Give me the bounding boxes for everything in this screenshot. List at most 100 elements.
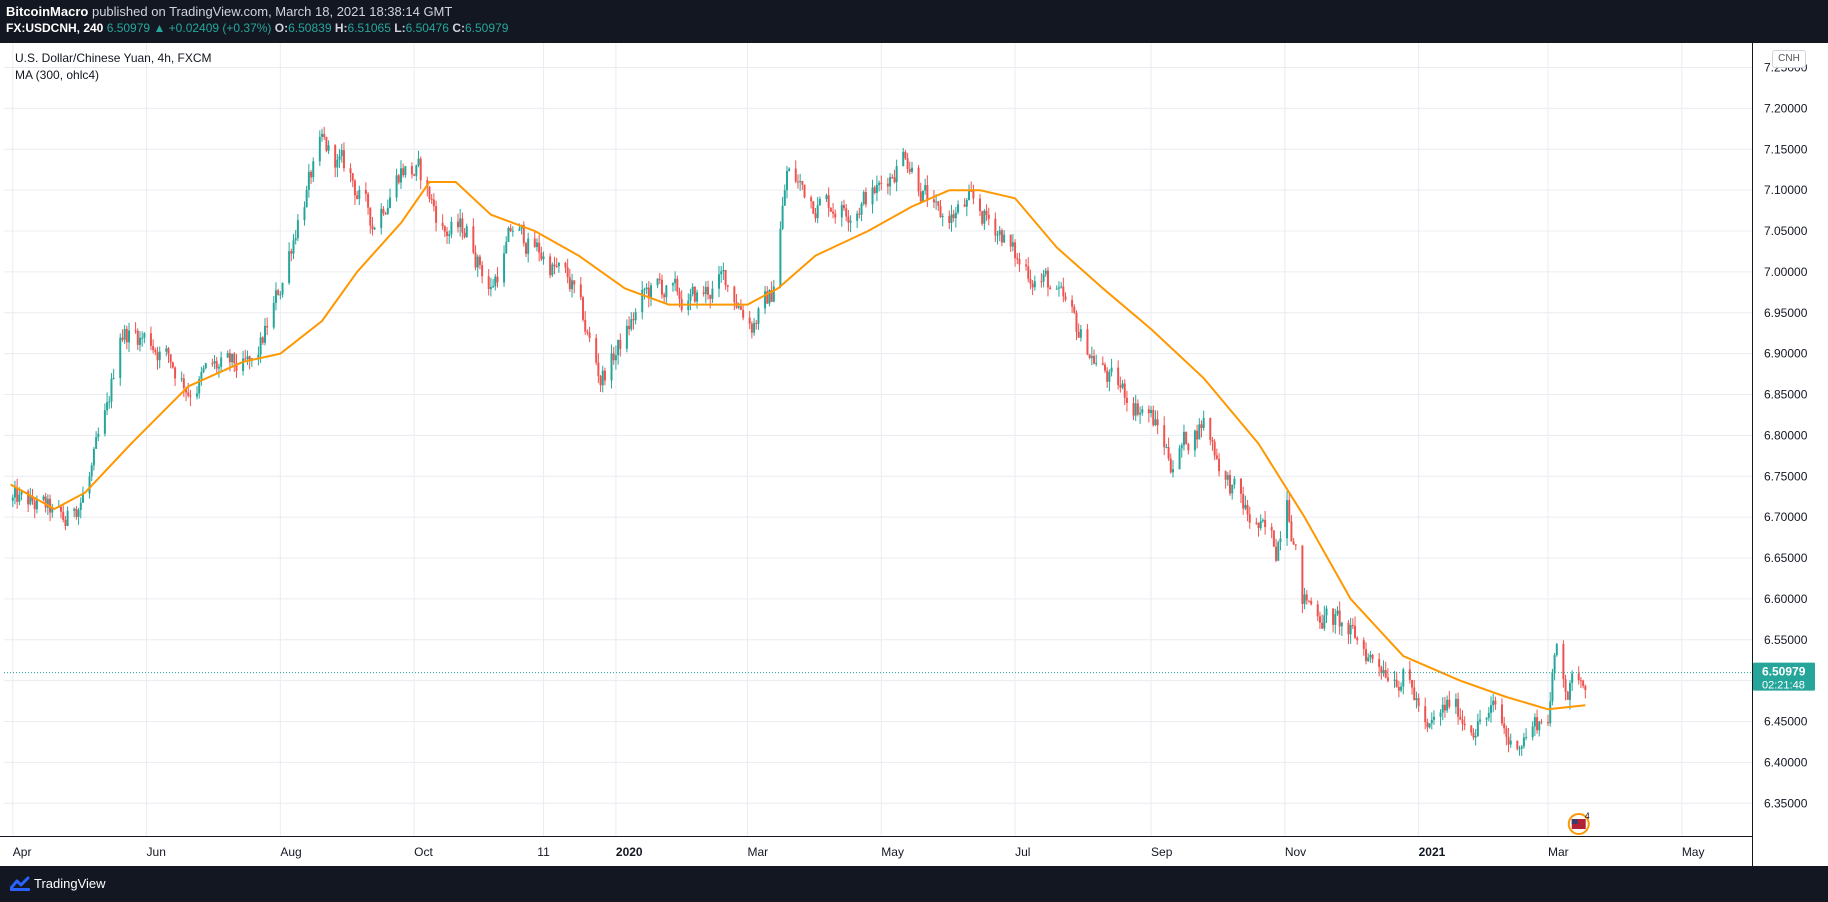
candle-body [785,170,788,191]
candle-body [1090,355,1093,358]
candle-body [171,362,174,368]
candle-body [261,337,264,343]
candle-body [810,197,813,202]
candle-body [1196,430,1199,440]
candle-body [60,506,63,512]
candle-body [1275,546,1278,561]
candle-body [524,243,527,254]
candle-body [1079,329,1082,338]
candle-body [204,363,207,369]
candle-body [957,204,960,213]
candle-body [871,187,874,205]
candle-body [138,337,141,345]
candle-body [586,331,589,333]
currency-badge: CNH [1772,50,1806,68]
candle-body [1049,287,1052,290]
candle-body [1288,500,1291,522]
candle-body [1397,686,1400,691]
candle-body [1303,594,1306,604]
candle-body [643,289,646,291]
candle-body [215,361,218,369]
candle-body [630,319,633,330]
candle-body [279,294,282,296]
candle-body [1187,444,1190,451]
candle-body [1044,270,1047,275]
candle-body [1239,478,1242,494]
candle-body [446,231,449,236]
candle-body [812,201,815,214]
candle-body [1117,367,1120,386]
chart-area[interactable]: 6.350006.400006.450006.500006.550006.600… [0,43,1828,866]
candle-body [540,252,543,260]
candle-body [614,355,617,361]
legend-indicator[interactable]: MA (300, ohlc4) [15,68,212,82]
candle-body [1202,418,1205,428]
candle-body [709,294,712,299]
price-chart[interactable]: 6.350006.400006.450006.500006.550006.600… [0,43,1828,866]
candle-body [921,190,924,202]
candle-body [307,171,310,190]
tradingview-logo-icon[interactable] [10,876,30,892]
candle-body [1371,654,1374,660]
candle-body [246,356,249,359]
candle-body [996,234,999,236]
candle-body [1579,680,1582,682]
open-value: 6.50839 [288,21,332,35]
candle-body [1233,478,1236,485]
candle-body [1494,700,1497,705]
candle-body [1505,728,1508,737]
candle-body [108,401,111,403]
candle-body [1139,412,1142,415]
candle-body [1156,419,1159,426]
candle-body [202,368,205,372]
candle-body [1182,431,1185,446]
y-tick-label: 6.80000 [1764,428,1808,442]
candle-body [305,189,308,208]
candle-body [595,338,598,363]
candle-body [154,350,157,353]
candle-body [1231,484,1234,494]
candle-body [77,510,80,517]
candle-body [507,227,510,242]
author-name[interactable]: BitcoinMacro [6,4,88,19]
candle-body [165,348,168,352]
candle-body [417,158,420,166]
candle-body [1294,544,1297,546]
candle-body [119,337,122,379]
candle-body [272,302,275,328]
candle-body [1040,281,1043,283]
candle-body [1509,740,1512,745]
footer-brand[interactable]: TradingView [34,876,106,891]
candle-body [1555,644,1558,656]
x-tick-label: May [1682,845,1705,859]
candle-body [781,205,784,229]
candle-body [1336,610,1339,615]
candle-body [693,286,696,302]
candle-body [1193,430,1196,451]
candle-body [1454,698,1457,707]
candle-body [845,208,848,217]
candle-body [612,353,615,361]
candle-body [1257,522,1260,529]
candle-body [1123,383,1126,398]
candle-body [862,192,865,204]
candle-body [1562,644,1565,680]
candle-body [816,205,819,219]
candle-body [893,177,896,183]
candle-body [1310,600,1313,605]
candle-body [1055,288,1058,290]
candle-body [233,353,236,364]
candle-body [1340,622,1343,627]
candle-body [187,392,190,396]
y-tick-label: 7.20000 [1764,101,1808,115]
candle-body [873,187,876,193]
candle-body [733,286,736,303]
candle-body [62,511,65,520]
candle-body [527,238,530,254]
candle-body [325,137,328,151]
candle-body [981,211,984,224]
candle-body [371,225,374,230]
candle-body [827,195,830,208]
candle-body [103,410,106,434]
candle-body [908,168,911,172]
